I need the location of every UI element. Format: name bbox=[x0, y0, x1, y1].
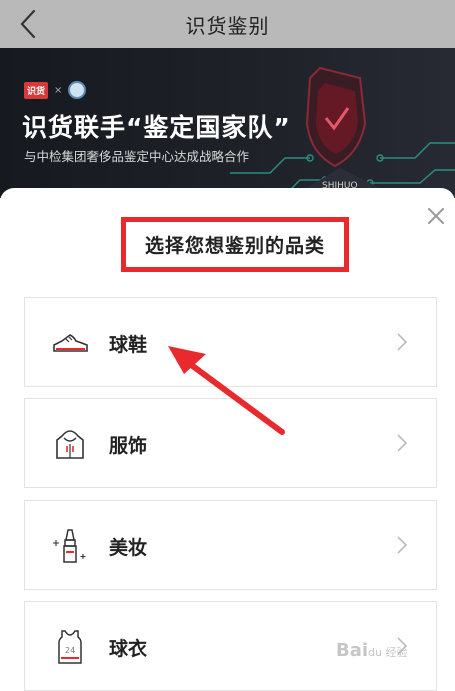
category-sneakers[interactable]: 球鞋 bbox=[24, 297, 437, 387]
category-apparel[interactable]: 服饰 bbox=[24, 398, 437, 488]
close-button[interactable] bbox=[424, 204, 448, 228]
shihuo-logo: 识货 bbox=[24, 81, 49, 99]
chevron-right-icon bbox=[397, 333, 408, 351]
top-nav-bar: 识货鉴别 bbox=[0, 0, 455, 48]
cic-logo-icon bbox=[68, 81, 87, 99]
category-label: 球衣 bbox=[109, 638, 148, 660]
chevron-right-icon bbox=[397, 536, 408, 554]
close-icon bbox=[428, 208, 444, 224]
banner-subtitle: 与中检集团奢侈品鉴定中心达成战略合作 bbox=[24, 149, 250, 164]
collab-x: × bbox=[54, 84, 63, 96]
promo-banner[interactable]: 识货 × 识货联手“鉴定国家队” 与中检集团奢侈品鉴定中心达成战略合作 SHIH… bbox=[0, 48, 455, 198]
lipstick-icon bbox=[53, 529, 86, 563]
watermark-text: Bai bbox=[336, 640, 369, 661]
jersey-icon: 24 bbox=[58, 630, 82, 664]
chevron-left-icon bbox=[20, 9, 36, 39]
page-title: 识货鉴别 bbox=[185, 13, 270, 38]
hoodie-icon bbox=[56, 430, 84, 459]
category-label: 球鞋 bbox=[109, 334, 148, 356]
sheet-title: 选择您想鉴别的品类 bbox=[144, 235, 325, 257]
category-cosmetics[interactable]: 美妆 bbox=[24, 500, 437, 590]
sneaker-icon bbox=[53, 334, 88, 352]
chevron-right-icon bbox=[397, 434, 408, 452]
brand-logos: 识货 × bbox=[24, 81, 87, 99]
category-label: 服饰 bbox=[109, 435, 148, 457]
shield-circuit-illustration: SHIHUO bbox=[230, 66, 455, 198]
baidu-watermark: Baidu 经验 bbox=[336, 640, 408, 661]
sheet-title-highlight: 选择您想鉴别的品类 bbox=[121, 217, 349, 272]
svg-text:24: 24 bbox=[65, 646, 75, 655]
category-label: 美妆 bbox=[109, 537, 148, 559]
back-button[interactable] bbox=[10, 6, 46, 42]
watermark-sub: du 经验 bbox=[368, 646, 408, 659]
